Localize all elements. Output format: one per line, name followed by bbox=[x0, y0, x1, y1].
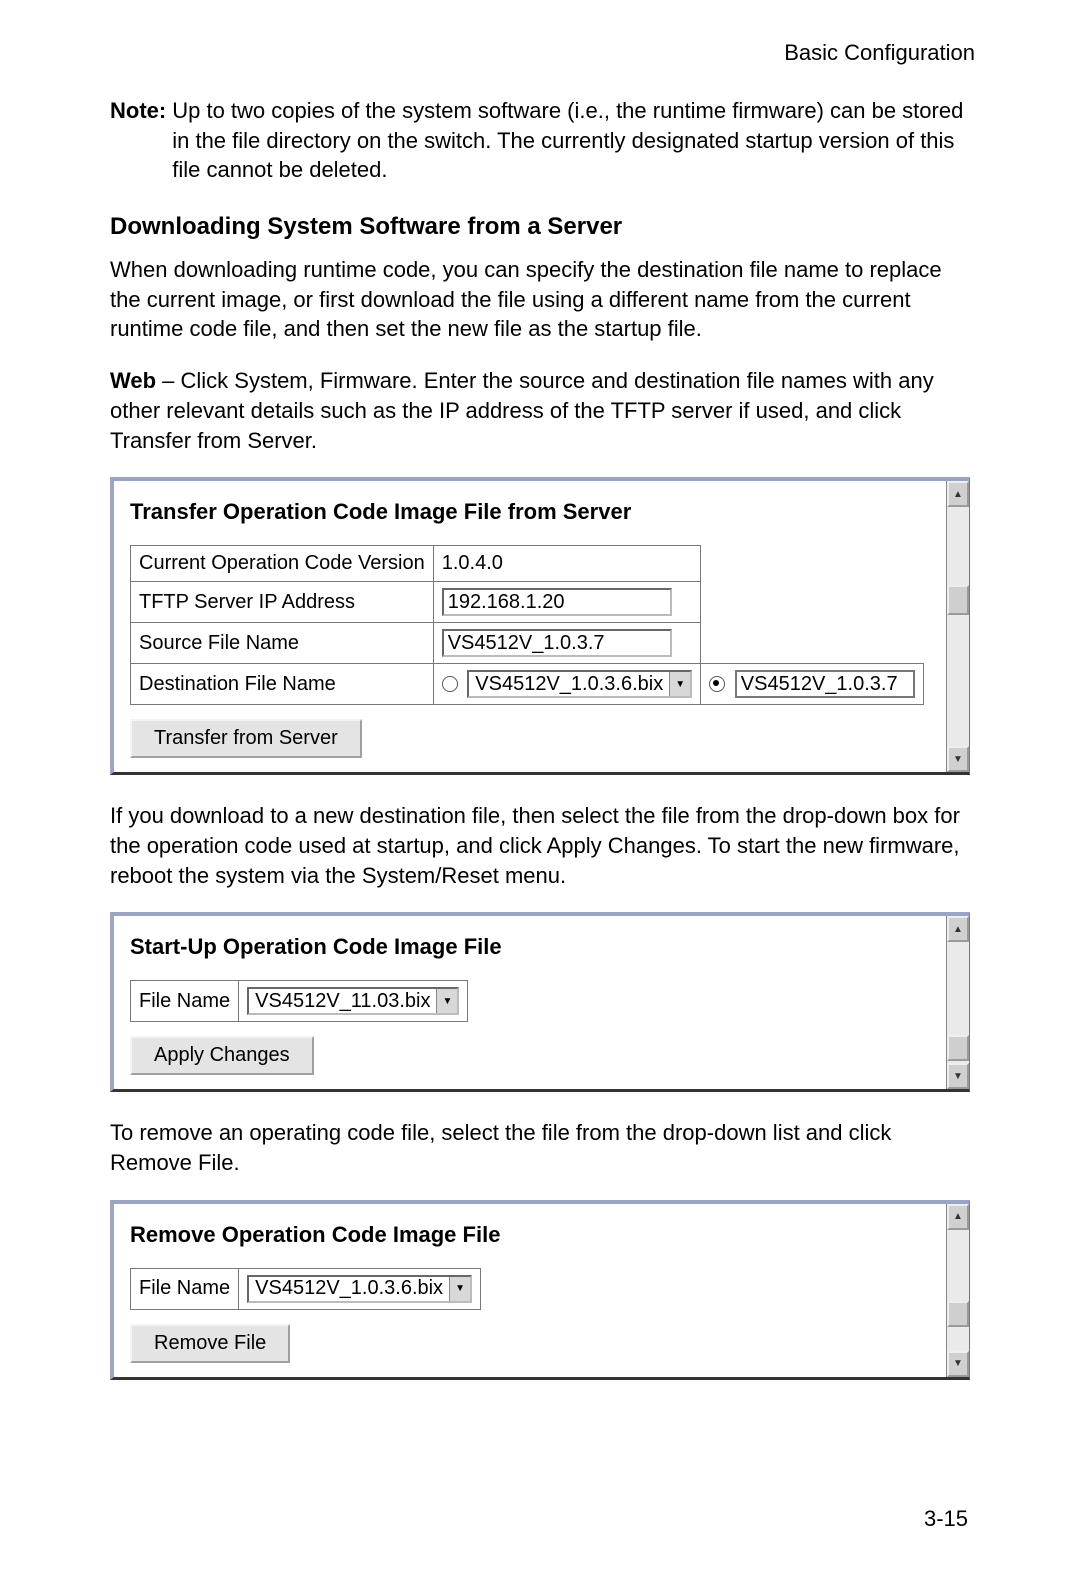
chevron-down-icon[interactable]: ▼ bbox=[669, 672, 690, 696]
chevron-down-icon[interactable]: ▼ bbox=[436, 989, 457, 1013]
scroll-up-icon[interactable]: ▲ bbox=[947, 1204, 969, 1230]
scroll-up-icon[interactable]: ▲ bbox=[947, 916, 969, 942]
note-label: Note: bbox=[110, 96, 166, 185]
note-text: Up to two copies of the system software … bbox=[172, 96, 970, 185]
paragraph-3: If you download to a new destination fil… bbox=[110, 801, 970, 890]
dest-file-dropdown-text: VS4512V_1.0.3.6.bix bbox=[469, 672, 669, 696]
transfer-form-table: Current Operation Code Version 1.0.4.0 T… bbox=[130, 545, 924, 705]
transfer-panel-title: Transfer Operation Code Image File from … bbox=[130, 499, 934, 525]
dest-file-label: Destination File Name bbox=[131, 664, 434, 705]
startup-panel-title: Start-Up Operation Code Image File bbox=[130, 934, 934, 960]
current-version-label: Current Operation Code Version bbox=[131, 546, 434, 582]
para2-rest: – Click System, Firmware. Enter the sour… bbox=[110, 368, 934, 452]
paragraph-2: Web – Click System, Firmware. Enter the … bbox=[110, 366, 970, 455]
remove-panel-title: Remove Operation Code Image File bbox=[130, 1222, 934, 1248]
remove-file-dropdown-text: VS4512V_1.0.3.6.bix bbox=[249, 1277, 449, 1301]
page-number: 3-15 bbox=[924, 1506, 968, 1532]
scroll-up-icon[interactable]: ▲ bbox=[947, 481, 969, 507]
para2-bold: Web bbox=[110, 368, 156, 393]
scroll-thumb[interactable] bbox=[947, 1301, 969, 1327]
paragraph-4: To remove an operating code file, select… bbox=[110, 1118, 970, 1177]
remove-file-dropdown[interactable]: VS4512V_1.0.3.6.bix ▼ bbox=[247, 1275, 472, 1303]
transfer-from-server-button[interactable]: Transfer from Server bbox=[130, 719, 362, 758]
page-header: Basic Configuration bbox=[110, 40, 975, 66]
scrollbar[interactable]: ▲ ▼ bbox=[946, 481, 969, 772]
startup-file-dropdown[interactable]: VS4512V_11.03.bix ▼ bbox=[247, 987, 459, 1015]
startup-file-label: File Name bbox=[131, 981, 239, 1022]
dest-radio-existing[interactable] bbox=[442, 676, 458, 692]
scrollbar[interactable]: ▲ ▼ bbox=[946, 1204, 969, 1377]
startup-file-dropdown-text: VS4512V_11.03.bix bbox=[249, 989, 436, 1013]
scrollbar[interactable]: ▲ ▼ bbox=[946, 916, 969, 1089]
source-file-input[interactable] bbox=[442, 629, 672, 657]
transfer-panel: Transfer Operation Code Image File from … bbox=[110, 477, 970, 775]
remove-file-button[interactable]: Remove File bbox=[130, 1324, 290, 1363]
chevron-down-icon[interactable]: ▼ bbox=[449, 1277, 470, 1301]
startup-panel: Start-Up Operation Code Image File File … bbox=[110, 912, 970, 1092]
scroll-down-icon[interactable]: ▼ bbox=[947, 1063, 969, 1089]
tftp-label: TFTP Server IP Address bbox=[131, 582, 434, 623]
dest-file-new-input[interactable] bbox=[735, 670, 915, 698]
dest-file-dropdown[interactable]: VS4512V_1.0.3.6.bix ▼ bbox=[467, 670, 692, 698]
section-title: Downloading System Software from a Serve… bbox=[110, 213, 970, 241]
apply-changes-button[interactable]: Apply Changes bbox=[130, 1036, 314, 1075]
scroll-down-icon[interactable]: ▼ bbox=[947, 1351, 969, 1377]
scroll-thumb[interactable] bbox=[947, 1035, 969, 1061]
remove-file-label: File Name bbox=[131, 1268, 239, 1309]
current-version-value: 1.0.4.0 bbox=[433, 546, 700, 582]
scroll-thumb[interactable] bbox=[947, 585, 969, 615]
paragraph-1: When downloading runtime code, you can s… bbox=[110, 255, 970, 344]
source-file-label: Source File Name bbox=[131, 623, 434, 664]
scroll-down-icon[interactable]: ▼ bbox=[947, 746, 969, 772]
remove-panel: Remove Operation Code Image File File Na… bbox=[110, 1200, 970, 1380]
tftp-ip-input[interactable] bbox=[442, 588, 672, 616]
dest-radio-new[interactable] bbox=[709, 676, 725, 692]
